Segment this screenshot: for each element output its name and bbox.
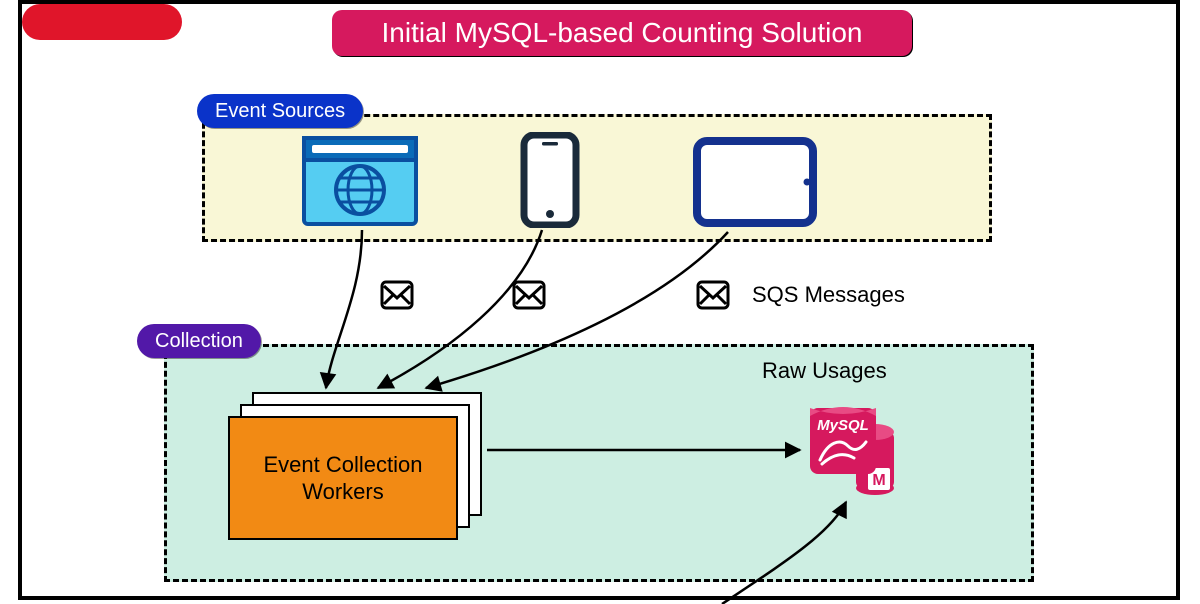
label-collection: Collection xyxy=(137,324,261,358)
diagram-frame: Initial MySQL-based Counting Solution Ev… xyxy=(18,0,1180,600)
diagram-title: Initial MySQL-based Counting Solution xyxy=(332,10,912,56)
tablet-icon xyxy=(692,136,818,228)
label-partial-bottom xyxy=(22,4,182,40)
mysql-badge: M xyxy=(872,472,885,489)
worker-card-front: Event Collection Workers xyxy=(228,416,458,540)
mysql-node: M MySQL xyxy=(808,402,898,498)
mysql-label: MySQL xyxy=(817,417,869,434)
browser-icon xyxy=(302,136,418,226)
raw-usages-label: Raw Usages xyxy=(762,358,887,384)
sqs-message-icon xyxy=(512,280,546,310)
workers-label: Event Collection Workers xyxy=(264,451,423,506)
label-event-sources: Event Sources xyxy=(197,94,363,128)
phone-icon xyxy=(520,132,580,228)
event-collection-workers: Event Collection Workers xyxy=(228,392,486,542)
sqs-message-icon xyxy=(696,280,730,310)
sqs-messages-label: SQS Messages xyxy=(752,282,905,308)
sqs-message-icon xyxy=(380,280,414,310)
